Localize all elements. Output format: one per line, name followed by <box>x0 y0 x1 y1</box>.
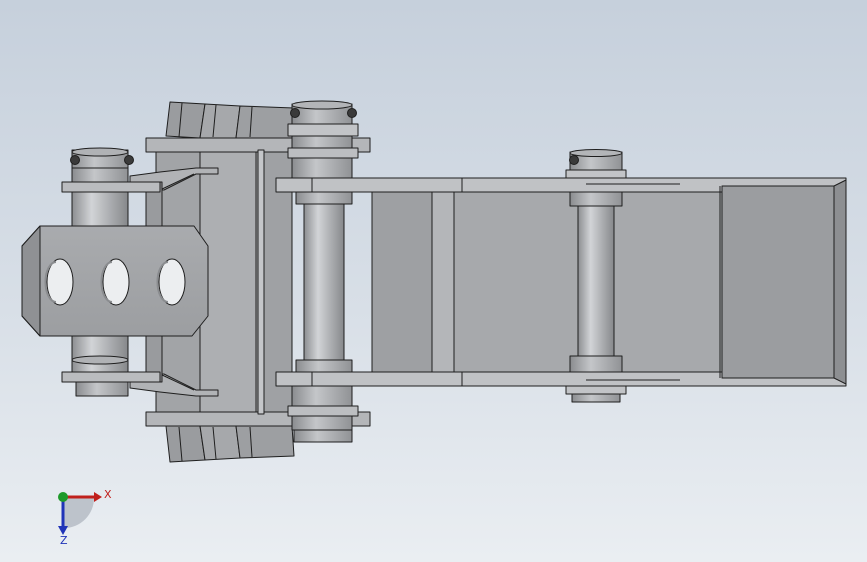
rear-pin-boss-top <box>61 147 161 229</box>
lifting-lug-plate <box>21 225 209 337</box>
excavator-bucket-assembly <box>21 100 847 463</box>
x-axis-label: X <box>104 488 112 501</box>
bucket-teeth-bottom <box>165 425 295 463</box>
bolt-icon <box>569 155 579 165</box>
front-pin-assembly <box>287 100 359 443</box>
z-axis-label: Z <box>60 534 68 547</box>
cad-viewport[interactable]: X Z <box>0 0 867 562</box>
y-axis-dot <box>58 492 68 502</box>
axis-triad-icon: X Z <box>58 488 112 547</box>
bucket-teeth-top <box>165 101 295 139</box>
x-axis-arrowhead <box>94 492 102 502</box>
